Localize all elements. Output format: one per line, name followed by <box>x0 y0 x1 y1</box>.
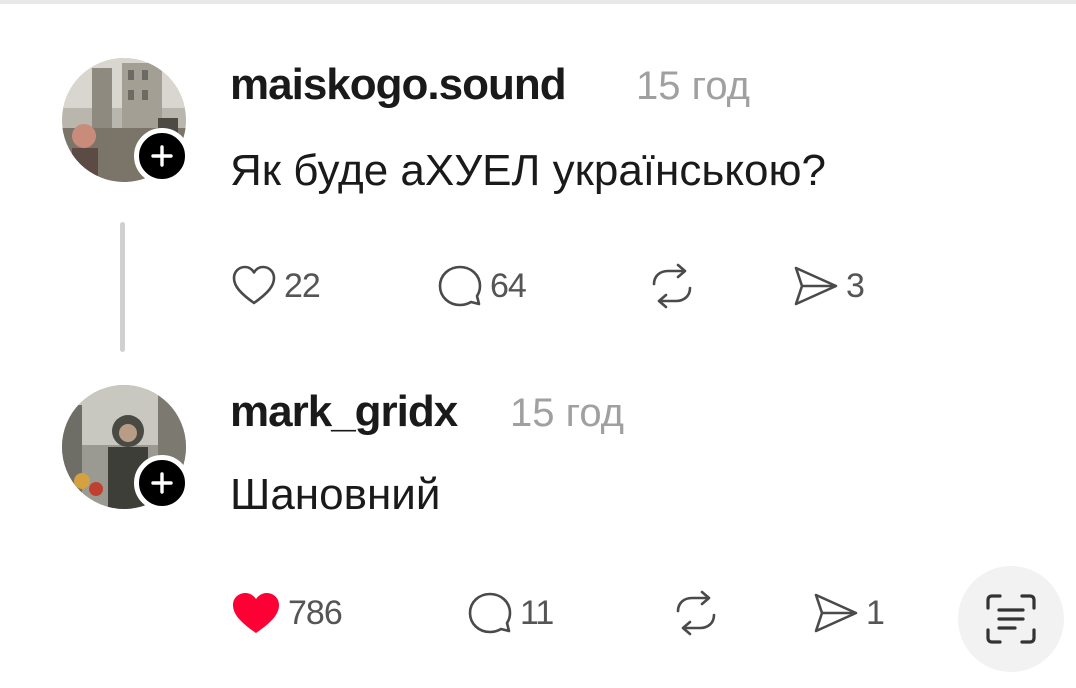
share-button[interactable]: 3 <box>790 258 865 314</box>
follow-button[interactable] <box>134 455 190 511</box>
reply-count: 11 <box>520 593 554 632</box>
repost-icon <box>676 590 716 636</box>
plus-icon <box>151 145 173 167</box>
avatar-container[interactable] <box>62 385 190 511</box>
action-bar: 22 64 3 <box>230 258 1030 314</box>
comments-screen: maiskogo.sound 15 год Як буде аХУЕЛ укра… <box>0 0 1076 688</box>
repost-button[interactable] <box>644 258 700 314</box>
avatar-container[interactable] <box>62 58 190 184</box>
send-icon <box>814 593 858 633</box>
text-scan-button[interactable] <box>958 566 1064 672</box>
username[interactable]: maiskogo.sound <box>230 60 567 110</box>
plus-icon <box>151 472 173 494</box>
comment-icon <box>438 265 482 307</box>
repost-button[interactable] <box>668 585 724 641</box>
repost-icon <box>652 263 692 309</box>
reply-count: 64 <box>490 266 527 305</box>
like-button[interactable]: 786 <box>230 585 343 641</box>
comment-text: Як буде аХУЕЛ українською? <box>230 146 826 195</box>
text-scan-icon <box>986 594 1036 644</box>
send-icon <box>794 266 838 306</box>
follow-button[interactable] <box>134 128 190 184</box>
comment-text: Шановний <box>230 470 441 519</box>
username[interactable]: mark_gridx <box>230 387 458 437</box>
action-bar: 786 11 1 <box>230 585 1030 641</box>
reply-button[interactable]: 64 <box>436 258 527 314</box>
heart-icon <box>233 593 279 633</box>
reply-button[interactable]: 11 <box>466 585 554 641</box>
like-button[interactable]: 22 <box>230 258 321 314</box>
top-divider <box>0 0 1076 4</box>
like-count: 22 <box>284 266 321 305</box>
thread-line <box>120 222 125 352</box>
share-button[interactable]: 1 <box>810 585 885 641</box>
comment-icon <box>468 592 512 634</box>
share-count: 3 <box>846 266 865 305</box>
timestamp: 15 год <box>510 391 625 435</box>
timestamp: 15 год <box>636 64 751 108</box>
like-count: 786 <box>288 593 343 632</box>
heart-icon <box>232 265 276 305</box>
share-count: 1 <box>866 593 885 632</box>
